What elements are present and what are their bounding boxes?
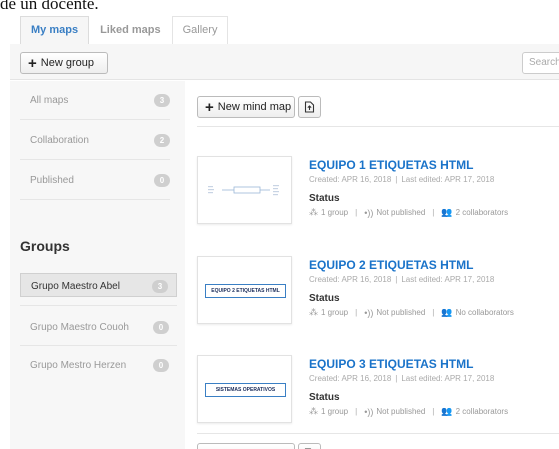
map-title[interactable]: EQUIPO 1 ETIQUETAS HTML: [309, 158, 473, 172]
group-count: 1 group: [321, 308, 349, 317]
map-thumbnail[interactable]: EQUIPO 2 ETIQUETAS HTML: [197, 256, 292, 324]
map-title[interactable]: EQUIPO 3 ETIQUETAS HTML: [309, 357, 473, 371]
new-group-button[interactable]: + New group: [20, 52, 108, 74]
tab-bar: My maps Liked maps Gallery: [20, 16, 229, 44]
toolbar: + New group Search: [10, 44, 559, 80]
group-item-label: Grupo Maestro Abel: [31, 281, 120, 292]
mindmap-preview: [208, 185, 279, 196]
group-count: 1 group: [321, 407, 349, 416]
plus-icon: +: [205, 98, 214, 116]
collaborator-count: 2 collaborators: [455, 407, 509, 416]
group-icon: ⁂: [309, 307, 318, 317]
import-icon: [304, 101, 315, 113]
import-map-button[interactable]: [298, 96, 321, 118]
edited-date: Last edited: APR 17, 2018: [401, 275, 495, 284]
status-row: ⁂ 1 group | •)) Not published | 👥 2 collabo…: [309, 406, 509, 417]
group-count: 1 group: [321, 208, 349, 217]
groups-heading: Groups: [20, 238, 70, 254]
tab-my-maps[interactable]: My maps: [20, 16, 90, 44]
top-caption: de un docente.: [0, 0, 99, 13]
broadcast-icon: •)): [364, 207, 374, 218]
sidebar-item-label: All maps: [30, 95, 69, 106]
mindmap-app: My maps Liked maps Gallery + New group S…: [10, 16, 559, 449]
new-mind-map-label: New mind map: [217, 101, 292, 113]
collaborator-count: No collaborators: [455, 308, 514, 317]
central-node: EQUIPO 2 ETIQUETAS HTML: [205, 284, 286, 298]
sidebar-item-label: Collaboration: [30, 135, 89, 146]
tab-liked-maps[interactable]: Liked maps: [89, 16, 172, 44]
map-dates: Created: APR 16, 2018 | Last edited: APR 1…: [309, 175, 495, 184]
publish-status: Not published: [376, 308, 426, 317]
collaborator-count: 2 collaborators: [455, 208, 509, 217]
group-icon: ⁂: [309, 406, 318, 416]
status-heading: Status: [309, 193, 340, 204]
broadcast-icon: •)): [364, 406, 374, 417]
count-badge: 0: [153, 321, 169, 334]
count-badge: 3: [152, 280, 168, 293]
central-node: SISTEMAS OPERATIVOS: [205, 383, 286, 397]
sidebar-item-published[interactable]: Published 0: [20, 161, 170, 200]
map-list: + New mind map EQUIPO 1 ETIQUETAS HTML C…: [185, 81, 559, 449]
map-card: SISTEMAS OPERATIVOS EQUIPO 3 ETIQUETAS H…: [197, 355, 559, 441]
sidebar-item-collaboration[interactable]: Collaboration 2: [20, 121, 170, 160]
group-item-maestro-couoh[interactable]: Grupo Maestro Couoh 0: [20, 315, 177, 339]
publish-status: Not published: [376, 407, 426, 416]
edited-date: Last edited: APR 17, 2018: [401, 374, 495, 383]
map-thumbnail[interactable]: SISTEMAS OPERATIVOS: [197, 355, 292, 423]
created-date: Created: APR 16, 2018: [309, 275, 392, 284]
map-card: EQUIPO 1 ETIQUETAS HTML Created: APR 16,…: [197, 156, 559, 242]
divider: [20, 345, 177, 346]
count-badge: 0: [153, 359, 169, 372]
group-item-mestro-herzen[interactable]: Grupo Mestro Herzen 0: [20, 353, 177, 377]
count-badge: 0: [154, 174, 170, 187]
status-row: ⁂ 1 group | •)) Not published | 👥 No collab…: [309, 307, 514, 318]
group-item-maestro-abel[interactable]: Grupo Maestro Abel 3: [20, 273, 177, 297]
divider: [197, 126, 559, 127]
people-icon: 👥: [441, 307, 453, 317]
new-mind-map-button[interactable]: + New mind map: [197, 96, 295, 118]
map-thumbnail[interactable]: [197, 156, 292, 224]
created-date: Created: APR 16, 2018: [309, 175, 392, 184]
status-heading: Status: [309, 392, 340, 403]
people-icon: 👥: [441, 406, 453, 416]
new-group-label: New group: [40, 57, 94, 69]
map-dates: Created: APR 16, 2018 | Last edited: APR 1…: [309, 275, 495, 284]
people-icon: 👥: [441, 207, 453, 217]
group-item-label: Grupo Mestro Herzen: [30, 360, 127, 371]
group-item-label: Grupo Maestro Couoh: [30, 322, 129, 333]
created-date: Created: APR 16, 2018: [309, 374, 392, 383]
status-heading: Status: [309, 293, 340, 304]
sidebar-item-label: Published: [30, 175, 74, 186]
map-title[interactable]: EQUIPO 2 ETIQUETAS HTML: [309, 258, 473, 272]
search-input[interactable]: Search: [522, 52, 559, 74]
count-badge: 2: [154, 134, 170, 147]
group-icon: ⁂: [309, 207, 318, 217]
map-card: EQUIPO 2 ETIQUETAS HTML EQUIPO 2 ETIQUET…: [197, 256, 559, 342]
sidebar-item-all-maps[interactable]: All maps 3: [20, 81, 170, 120]
publish-status: Not published: [376, 208, 426, 217]
divider: [197, 433, 559, 434]
sidebar: All maps 3 Collaboration 2 Published 0 G…: [10, 81, 185, 449]
status-row: ⁂ 1 group | •)) Not published | 👥 2 collabo…: [309, 207, 509, 218]
edited-date: Last edited: APR 17, 2018: [401, 175, 495, 184]
import-map-button-bottom[interactable]: [298, 443, 321, 449]
new-mind-map-button-bottom[interactable]: + New mind map: [197, 443, 295, 449]
tab-gallery[interactable]: Gallery: [171, 16, 229, 44]
divider: [20, 305, 177, 306]
broadcast-icon: •)): [364, 307, 374, 318]
plus-icon: +: [28, 54, 37, 72]
map-dates: Created: APR 16, 2018 | Last edited: APR 1…: [309, 374, 495, 383]
count-badge: 3: [154, 94, 170, 107]
